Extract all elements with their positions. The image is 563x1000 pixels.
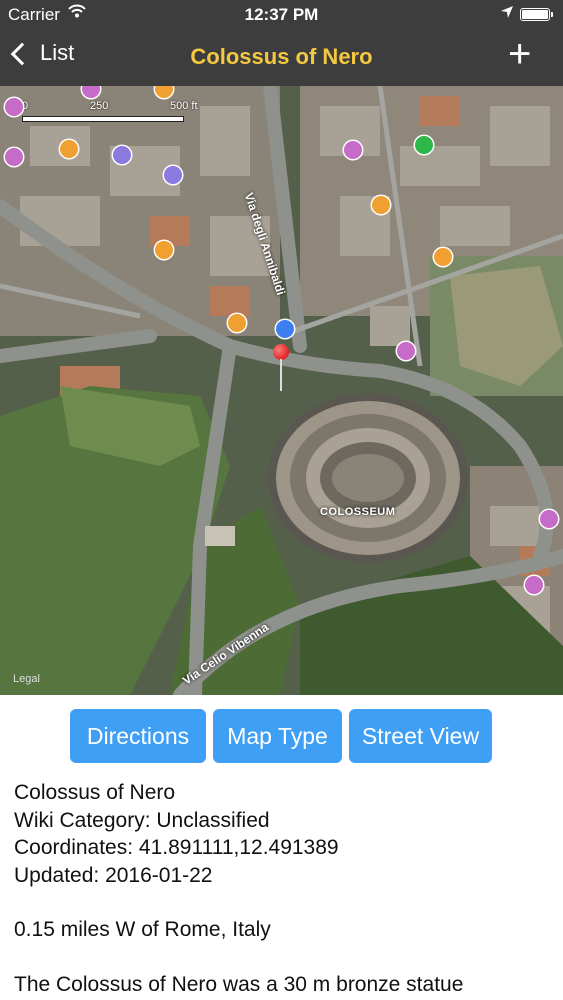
location-arrow-icon	[500, 4, 514, 24]
status-bar: Carrier 12:37 PM	[0, 0, 563, 30]
add-button[interactable]: +	[508, 32, 531, 77]
place-distance: 0.15 miles W of Rome, Italy	[14, 918, 271, 941]
navigation-bar: List Colossus of Nero +	[0, 30, 563, 86]
poi-icon[interactable]	[5, 98, 23, 116]
street-view-button[interactable]: Street View	[349, 709, 492, 763]
place-name: Colossus of Nero	[14, 781, 176, 804]
place-info: Colossus of Nero Wiki Category: Unclassi…	[14, 779, 554, 998]
directions-button[interactable]: Directions	[70, 709, 206, 763]
place-category: Wiki Category: Unclassified	[14, 808, 270, 832]
location-pin[interactable]	[273, 344, 289, 391]
restaurant-icon[interactable]	[434, 248, 452, 266]
scale-tick-250: 250	[90, 100, 109, 112]
place-updated: Updated: 2016-01-22	[14, 863, 213, 887]
poi-icon[interactable]	[344, 141, 362, 159]
scale-bar-line	[22, 116, 184, 122]
poi-icon[interactable]	[540, 510, 558, 528]
hotel-icon[interactable]	[164, 166, 182, 184]
scale-tick-500: 500 ft	[170, 100, 198, 112]
cafe-icon[interactable]	[155, 241, 173, 259]
page-title: Colossus of Nero	[190, 44, 373, 69]
pin-stick	[280, 359, 282, 391]
plus-icon: +	[508, 32, 532, 76]
pin-head	[273, 344, 289, 360]
place-coordinates: Coordinates: 41.891111,12.491389	[14, 836, 339, 859]
hotel-icon[interactable]	[113, 146, 131, 164]
poi-icon[interactable]	[525, 576, 543, 594]
transit-icon[interactable]	[276, 320, 294, 338]
battery-icon	[520, 8, 553, 21]
landmark-label: COLOSSEUM	[320, 506, 396, 518]
map-type-button[interactable]: Map Type	[213, 709, 342, 763]
status-time: 12:37 PM	[244, 5, 319, 24]
cafe-icon[interactable]	[228, 314, 246, 332]
place-description: The Colossus of Nero was a 30 m bronze s…	[14, 972, 464, 996]
action-buttons: Directions Map Type Street View	[70, 709, 492, 763]
cafe-icon[interactable]	[60, 140, 78, 158]
satellite-map[interactable]: 0 250 500 ft Via degli Annibaldi Via Cel…	[0, 86, 563, 695]
poi-icon[interactable]	[397, 342, 415, 360]
cafe-icon[interactable]	[372, 196, 390, 214]
poi-icon[interactable]	[5, 148, 23, 166]
legal-link[interactable]: Legal	[13, 673, 40, 685]
park-icon[interactable]	[415, 136, 433, 154]
